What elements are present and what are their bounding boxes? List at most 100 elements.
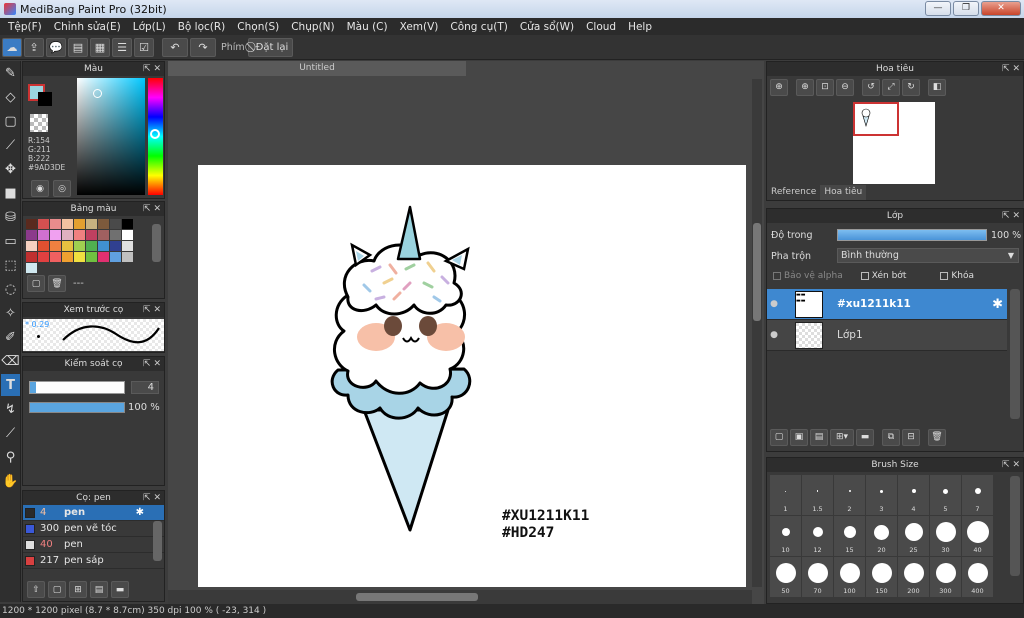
brush-size-option[interactable]: 70 [802,557,833,597]
menu-file[interactable]: Tệp(F) [2,21,48,33]
palette-swatch[interactable] [122,252,133,262]
palette-swatch[interactable] [26,252,37,262]
magic-wand-tool-icon[interactable]: ✧ [1,302,20,324]
panel-controls-icon[interactable]: ⇱ ✕ [143,303,161,317]
gradient-tool-icon[interactable]: ▭ [1,230,20,252]
undo-icon[interactable]: ↶ [162,37,188,57]
menu-color[interactable]: Màu (C) [341,21,394,33]
brush-size-option[interactable]: 4 [898,475,929,515]
panel-controls-icon[interactable]: ⇱ ✕ [1002,62,1020,76]
palette-swatch[interactable] [62,219,73,229]
palette-swatch[interactable] [98,241,109,251]
zoom-out-icon[interactable]: ⊖ [836,78,854,96]
layer-row-xu[interactable]: ● ▬▬ ▬▬ #xu1211k11 ✱ [767,289,1007,320]
visibility-icon[interactable]: ● [767,330,781,340]
share-icon[interactable]: ⇪ [24,37,44,57]
close-button[interactable]: ✕ [981,1,1021,16]
brush-size-option[interactable]: 100 [834,557,865,597]
protect-alpha-checkbox[interactable]: Bảo vệ alpha [773,271,843,281]
zoom-in-icon[interactable]: ⊕ [770,78,788,96]
brush-size-option[interactable]: 200 [898,557,929,597]
flip-icon[interactable]: ◧ [928,78,946,96]
palette-swatch[interactable] [62,230,73,240]
brush-size-option[interactable]: 25 [898,516,929,556]
brush-size-value[interactable]: 4 [131,381,159,394]
blend-mode-select[interactable]: Bình thường ▼ [837,248,1019,263]
layer-row-layer1[interactable]: ● Lớp1 [767,320,1007,351]
palette-swatch[interactable] [122,219,133,229]
eraser-tool-icon[interactable]: ◇ [1,86,20,108]
brush-size-option[interactable]: 15 [834,516,865,556]
panel-controls-icon[interactable]: ⇱ ✕ [143,357,161,371]
palette-swatch[interactable] [38,219,49,229]
cloud-icon[interactable]: ☁ [2,37,22,57]
redo-icon[interactable]: ↷ [190,37,216,57]
palette-swatch[interactable] [74,241,85,251]
palette-swatch[interactable] [62,241,73,251]
brush-cloud-icon[interactable]: ⇧ [27,581,45,598]
select-tool-icon[interactable]: ⬚ [1,254,20,276]
actual-size-icon[interactable]: ⤢ [882,78,900,96]
eyedropper-tool-icon[interactable]: ⚲ [1,446,20,468]
menu-layer[interactable]: Lớp(L) [127,21,172,33]
brush-item-pen[interactable]: 4 pen ✱ [23,505,164,521]
select-pen-tool-icon[interactable]: ✐ [1,326,20,348]
lock-checkbox[interactable]: Khóa [940,271,974,281]
list-icon[interactable]: ☰ [112,37,132,57]
brush-size-option[interactable]: 10 [770,516,801,556]
palette-swatch[interactable] [98,252,109,262]
brush-size-option[interactable]: 1.5 [802,475,833,515]
select-eraser-tool-icon[interactable]: ⌫ [1,350,20,372]
new-palette-icon[interactable]: ▢ [27,275,45,292]
palette-swatch[interactable] [38,230,49,240]
palette-swatch[interactable] [86,241,97,251]
brush-size-option[interactable]: 1 [770,475,801,515]
fill-rect-tool-icon[interactable]: ■ [1,182,20,204]
brush-size-option[interactable]: 50 [770,557,801,597]
palette-swatch[interactable] [86,252,97,262]
duplicate-layer-icon[interactable]: ⧉ [882,428,900,446]
brush-size-option[interactable]: 5 [930,475,961,515]
document-tab[interactable]: Untitled [168,61,466,76]
brush-size-scrollbar[interactable] [1010,476,1020,576]
palette-scrollbar[interactable] [152,224,161,262]
brush-size-option[interactable]: 30 [930,516,961,556]
menu-help[interactable]: Help [622,21,658,33]
brush-size-option[interactable]: 400 [962,557,993,597]
brush-settings-gear-icon[interactable]: ✱ [136,507,144,518]
brush-size-option[interactable]: 40 [962,516,993,556]
panel-controls-icon[interactable]: ⇱ ✕ [1002,209,1020,223]
tab-navigator[interactable]: Hoa tiêu [820,185,867,200]
menu-window[interactable]: Cửa sổ(W) [514,21,580,33]
panel-controls-icon[interactable]: ⇱ ✕ [143,491,161,505]
palette-swatch[interactable] [110,230,121,240]
panel-controls-icon[interactable]: ⇱ ✕ [143,202,161,216]
palette-swatch[interactable] [122,230,133,240]
bucket-tool-icon[interactable]: ⛁ [1,206,20,228]
palette-swatch[interactable] [50,252,61,262]
delete-layer-icon[interactable]: 🗑 [928,428,946,446]
message-icon[interactable]: ▤ [68,37,88,57]
palette-swatch[interactable] [26,230,37,240]
maximize-button[interactable]: ❐ [953,1,979,16]
brush-add-icon[interactable]: ⊞ [69,581,87,598]
menu-edit[interactable]: Chỉnh sửa(E) [48,21,127,33]
brush-size-option[interactable]: 20 [866,516,897,556]
brush-size-option[interactable]: 12 [802,516,833,556]
color-mode-icon[interactable]: ◉ [31,180,49,197]
layer-settings-gear-icon[interactable]: ✱ [992,297,1003,312]
palette-swatch[interactable] [98,219,109,229]
brush-size-option[interactable]: 300 [930,557,961,597]
brush-new-icon[interactable]: ▢ [48,581,66,598]
navigator-thumbnail[interactable] [853,102,935,184]
divide-tool-icon[interactable]: ⟋ [1,422,20,444]
brush-size-option[interactable]: 2 [834,475,865,515]
brush-item-crayon[interactable]: 217 pen sáp [23,553,164,569]
merge-layer-icon[interactable]: ⊟ [902,428,920,446]
brush-doc-icon[interactable]: ▤ [90,581,108,598]
palette-swatch[interactable] [38,252,49,262]
lasso-tool-icon[interactable]: ◌ [1,278,20,300]
comment-icon[interactable]: 💬 [46,37,66,57]
palette-swatch[interactable] [38,241,49,251]
brush-list-scrollbar[interactable] [153,521,162,561]
